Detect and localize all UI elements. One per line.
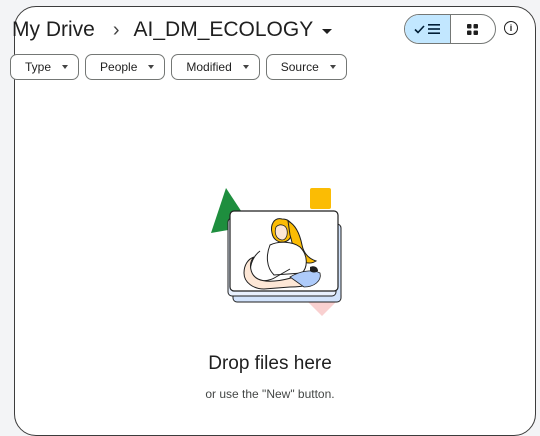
yellow-square-shape <box>310 188 331 209</box>
breadcrumb: My Drive › AI_DM_ECOLOGY <box>12 12 333 48</box>
list-view-button[interactable] <box>405 15 451 43</box>
list-icon <box>428 24 441 34</box>
filter-source-label: Source <box>280 60 319 74</box>
breadcrumb-my-drive[interactable]: My Drive <box>12 18 95 42</box>
view-toggle <box>404 14 496 44</box>
chevron-down-icon <box>62 65 69 69</box>
info-icon[interactable]: i <box>504 21 518 35</box>
filter-people[interactable]: People <box>85 54 166 80</box>
empty-state-subtitle: or use the "New" button. <box>205 387 335 401</box>
grid-view-button[interactable] <box>451 15 496 43</box>
empty-state-title: Drop files here <box>208 353 332 374</box>
chevron-down-icon <box>148 65 155 69</box>
filter-chips: Type People Modified Source <box>10 54 347 80</box>
check-icon <box>414 24 425 34</box>
filter-type-label: Type <box>25 60 52 74</box>
filter-modified[interactable]: Modified <box>171 54 260 80</box>
chevron-down-icon <box>242 65 249 69</box>
filter-source[interactable]: Source <box>265 54 347 80</box>
filter-type[interactable]: Type <box>10 54 80 80</box>
chevron-down-icon <box>329 65 336 69</box>
current-folder-name: AI_DM_ECOLOGY <box>133 18 314 41</box>
breadcrumb-separator: › <box>112 18 120 41</box>
empty-folder-illustration <box>211 188 342 316</box>
filter-people-label: People <box>100 60 138 74</box>
caret-down-icon <box>322 28 333 34</box>
grid-icon <box>467 23 479 35</box>
filter-modified-label: Modified <box>186 60 232 74</box>
current-folder-menu[interactable]: AI_DM_ECOLOGY <box>134 18 333 42</box>
